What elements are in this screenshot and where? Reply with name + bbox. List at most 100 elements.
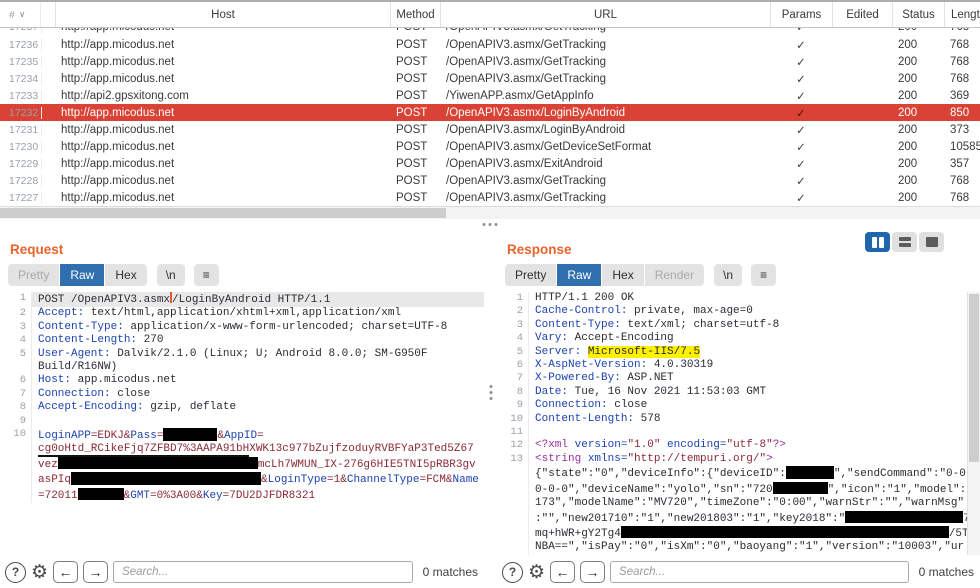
column-header-num[interactable]: #∨ xyxy=(0,2,41,27)
editor-line: 12<?xml version="1.0" encoding="utf-8"?> xyxy=(497,439,980,452)
help-icon[interactable]: ? xyxy=(502,562,523,583)
tab-pretty[interactable]: Pretty xyxy=(505,264,556,286)
response-panel: Response PrettyRawHexRender\n≡ 1HTTP/1.1… xyxy=(497,235,980,588)
tab-raw[interactable]: Raw xyxy=(557,264,601,286)
newline-toggle-tab[interactable]: \n xyxy=(714,264,742,286)
column-header-host[interactable]: Host xyxy=(55,2,390,27)
history-row[interactable]: 17229http://app.micodus.netPOST/OpenAPIV… xyxy=(0,155,980,172)
history-row[interactable]: 17236http://app.micodus.netPOST/OpenAPIV… xyxy=(0,36,980,53)
history-row[interactable]: 17235http://app.micodus.netPOST/OpenAPIV… xyxy=(0,53,980,70)
scrollbar-thumb[interactable] xyxy=(0,208,446,218)
tab-render[interactable]: Render xyxy=(645,264,704,286)
request-editor[interactable]: 1POST /OpenAPIV3.asmx/LoginByAndroid HTT… xyxy=(0,292,484,555)
cell-method: POST xyxy=(390,73,440,85)
table-horizontal-scrollbar[interactable] xyxy=(0,206,980,219)
code-text: /LoginByAndroid HTTP/1.1 xyxy=(172,294,330,306)
code-text: LoginType xyxy=(268,474,327,486)
burp-proxy-http-history: #∨HostMethodURLParamsEditedStatusLength … xyxy=(0,0,980,588)
column-header-params[interactable]: Params xyxy=(770,2,832,27)
response-vertical-scrollbar[interactable] xyxy=(967,292,980,555)
history-row[interactable]: 17227http://app.micodus.netPOST/OpenAPIV… xyxy=(0,189,980,206)
gear-icon[interactable]: ⚙ xyxy=(31,563,48,582)
layout-side-by-side-button[interactable] xyxy=(865,232,890,252)
search-input[interactable] xyxy=(113,561,413,583)
column-header-length[interactable]: Length xyxy=(944,2,980,27)
newline-toggle-tab[interactable]: \n xyxy=(157,264,185,286)
cell-method: POST xyxy=(390,124,440,136)
scrollbar-thumb[interactable] xyxy=(969,294,979,462)
cell-num: 17236 xyxy=(0,39,42,51)
column-header-url[interactable]: URL xyxy=(440,2,770,27)
line-content: Content-Type: application/x-www-form-url… xyxy=(32,321,484,334)
menu-icon[interactable]: ≡ xyxy=(194,264,219,286)
tab-hex[interactable]: Hex xyxy=(105,264,146,286)
code-text: text/xml; charset=utf-8 xyxy=(621,319,779,331)
editor-line: {"state":"0","deviceInfo":{"deviceID":",… xyxy=(497,466,980,481)
layout-stacked-button[interactable] xyxy=(892,232,917,252)
columns-icon xyxy=(872,237,877,248)
line-content: Server: Microsoft-IIS/7.5 xyxy=(529,346,980,359)
cell-host: http://app.micodus.net xyxy=(55,73,390,85)
cell-length: 768 xyxy=(944,73,980,85)
splitter-handle-icon xyxy=(483,223,498,226)
history-row[interactable]: 17234http://app.micodus.netPOST/OpenAPIV… xyxy=(0,70,980,87)
match-count: 0 matches xyxy=(919,565,974,579)
cell-length: 357 xyxy=(944,158,980,170)
line-content: Host: app.micodus.net xyxy=(32,374,484,387)
gear-icon[interactable]: ⚙ xyxy=(528,563,545,582)
prev-match-button[interactable]: ← xyxy=(53,561,78,583)
editor-line: 1POST /OpenAPIV3.asmx/LoginByAndroid HTT… xyxy=(0,292,484,307)
column-header-method[interactable]: Method xyxy=(390,2,440,27)
line-number: 4 xyxy=(0,334,32,347)
tab-pretty[interactable]: Pretty xyxy=(8,264,59,286)
vertical-splitter[interactable] xyxy=(484,235,497,588)
code-text: 578 xyxy=(634,413,660,425)
line-number xyxy=(497,541,529,554)
code-text: =72011 xyxy=(38,490,78,502)
line-content xyxy=(529,426,980,439)
column-header-status[interactable]: Status xyxy=(892,2,944,27)
line-number: 7 xyxy=(497,372,529,385)
column-header-edited[interactable]: Edited xyxy=(832,2,892,27)
code-text: <string xyxy=(535,453,581,465)
response-editor[interactable]: 1HTTP/1.1 200 OK2Cache-Control: private,… xyxy=(497,292,980,555)
history-row[interactable]: 17233http://api2.gpsxitong.comPOST/Yiwen… xyxy=(0,87,980,104)
code-text: 173","modelName":"MV720","timeZone":"0:0… xyxy=(535,497,964,509)
line-content: User-Agent: Dalvik/2.1.0 (Linux; U; Andr… xyxy=(32,348,484,361)
tab-hex[interactable]: Hex xyxy=(602,264,643,286)
request-search-bar: ? ⚙ ← → 0 matches xyxy=(0,555,484,588)
line-content: cg0oHtd_RCikeFjq7ZFBD7%3AAPA91bHXWK13c97… xyxy=(32,443,484,456)
cell-host: http://app.micodus.net xyxy=(55,175,390,187)
layout-single-button[interactable] xyxy=(919,232,944,252)
next-match-button[interactable]: → xyxy=(83,561,108,583)
code-text: /5T xyxy=(949,528,969,540)
line-number: 11 xyxy=(497,426,529,439)
history-row[interactable]: 17231http://app.micodus.netPOST/OpenAPIV… xyxy=(0,121,980,138)
history-row[interactable]: 17228http://app.micodus.netPOST/OpenAPIV… xyxy=(0,172,980,189)
menu-icon[interactable]: ≡ xyxy=(751,264,776,286)
code-text: Server: xyxy=(535,346,581,358)
cell-status: 200 xyxy=(892,28,944,33)
history-row[interactable]: 17232http://app.micodus.netPOST/OpenAPIV… xyxy=(0,104,980,121)
history-row-partial[interactable]: 17237http://app.micodus.netPOST/OpenAPIV… xyxy=(0,28,980,36)
line-content: =72011&GMT=0%3A00&Key=7DU2DJFDR8321 xyxy=(32,488,484,503)
redacted-text xyxy=(71,472,261,485)
line-number: 1 xyxy=(0,292,32,307)
history-row[interactable]: 17230http://app.micodus.netPOST/OpenAPIV… xyxy=(0,138,980,155)
code-text: text/html,application/xhtml+xml,applicat… xyxy=(84,307,401,319)
cell-params: ✓ xyxy=(770,174,832,188)
cell-url: /OpenAPIV3.asmx/GetTracking xyxy=(440,73,770,85)
line-number: 9 xyxy=(0,415,32,428)
tab-raw[interactable]: Raw xyxy=(60,264,104,286)
cell-num: 17237 xyxy=(0,28,42,33)
cell-host: http://app.micodus.net xyxy=(55,192,390,204)
prev-match-button[interactable]: ← xyxy=(550,561,575,583)
cell-length: 768 xyxy=(944,175,980,187)
history-row[interactable]: 17237http://app.micodus.netPOST/OpenAPIV… xyxy=(0,28,980,35)
cell-url: /OpenAPIV3.asmx/GetTracking xyxy=(440,28,770,33)
line-content: Vary: Accept-Encoding xyxy=(529,332,980,345)
help-icon[interactable]: ? xyxy=(5,562,26,583)
horizontal-splitter[interactable] xyxy=(0,219,980,235)
search-input[interactable] xyxy=(610,561,909,583)
next-match-button[interactable]: → xyxy=(580,561,605,583)
